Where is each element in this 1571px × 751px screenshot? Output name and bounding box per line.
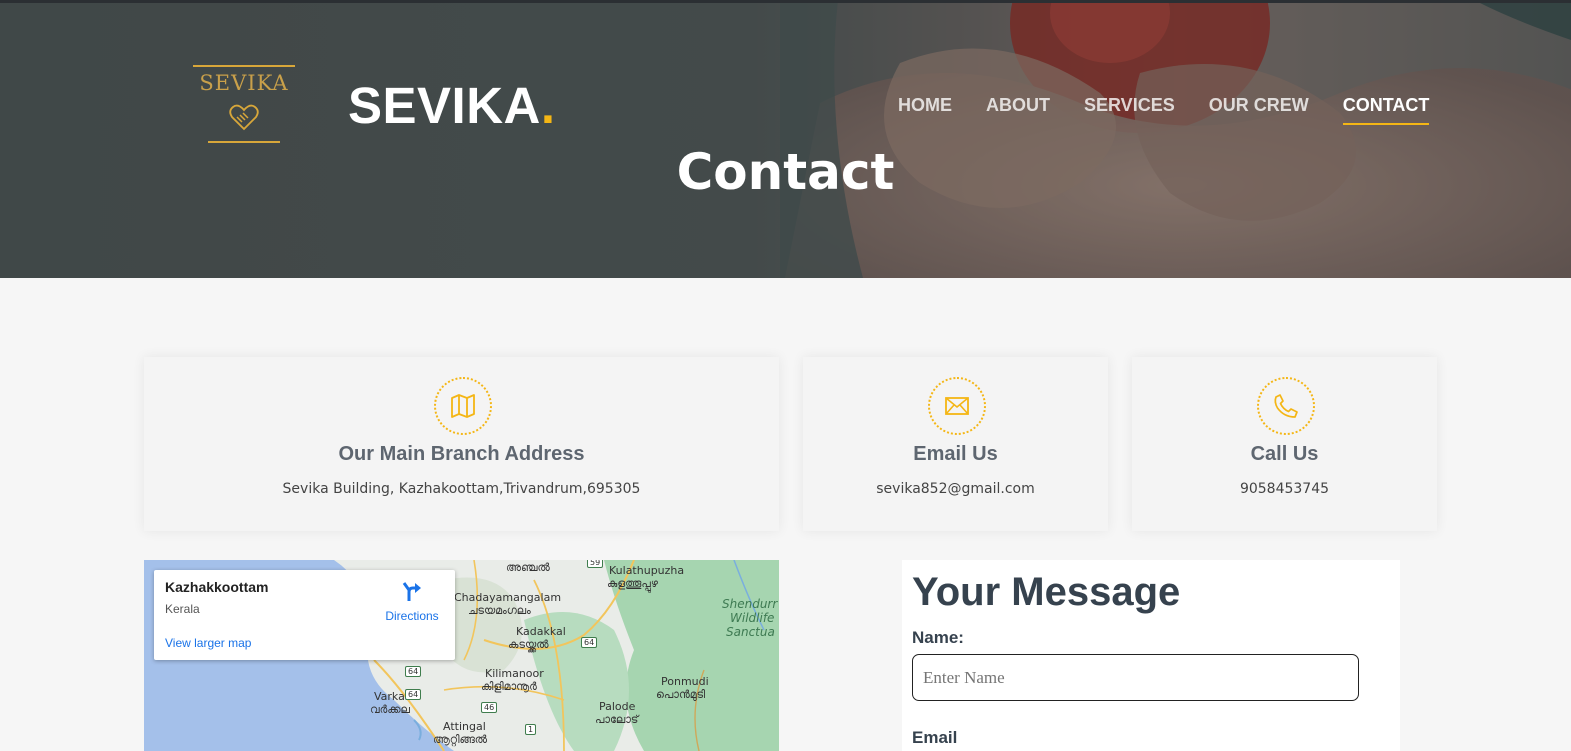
sevika-logo[interactable]: SEVIKA bbox=[193, 65, 295, 145]
map-label-shendurney-3: Sanctua bbox=[726, 625, 775, 639]
brand-text: SEVIKA bbox=[348, 77, 541, 134]
map-label-kadakkal: Kadakkal bbox=[516, 625, 566, 638]
name-input[interactable] bbox=[912, 654, 1359, 701]
brand-dot: . bbox=[540, 77, 556, 134]
phone-icon-circle bbox=[1256, 377, 1315, 435]
message-form: Your Message Name: Email bbox=[902, 560, 1400, 751]
envelope-icon bbox=[944, 397, 969, 415]
address-title: Our Main Branch Address bbox=[338, 443, 585, 465]
nav-contact[interactable]: CONTACT bbox=[1342, 95, 1430, 125]
address-card: Our Main Branch Address Sevika Building,… bbox=[144, 357, 779, 531]
page-title: Contact bbox=[676, 143, 895, 201]
map-label-chadayamangalam: Chadayamangalam bbox=[454, 591, 562, 604]
map-label-kilimanoor: Kilimanoor bbox=[485, 667, 544, 680]
directions-label: Directions bbox=[385, 609, 439, 623]
map-label-kadakkal-ml: കടയ്ക്കൽ bbox=[508, 638, 549, 651]
email-text[interactable]: sevika852@gmail.com bbox=[803, 481, 1108, 497]
map-label-kilimanoor-ml: കിളിമാനൂർ bbox=[481, 680, 537, 693]
map-place-card: Kazhakkoottam Kerala View larger map Dir… bbox=[154, 570, 455, 660]
route-shield-64-south: 64 bbox=[405, 689, 422, 700]
map-label-shendurney-1: Shendurr bbox=[722, 597, 778, 611]
main-nav: HOME ABOUT SERVICES OUR CREW CONTACT bbox=[898, 95, 1430, 125]
map-label-palode: Palode bbox=[599, 700, 636, 713]
name-label: Name: bbox=[912, 628, 964, 647]
address-text: Sevika Building, Kazhakoottam,Trivandrum… bbox=[282, 481, 641, 497]
route-shield-1: 1 bbox=[525, 724, 537, 735]
map-icon bbox=[450, 394, 475, 418]
route-shield-59: 59 bbox=[587, 560, 604, 568]
map-label-kulathupuzha: Kulathupuzha bbox=[609, 564, 685, 577]
form-title: Your Message bbox=[912, 570, 1181, 614]
brand-name[interactable]: SEVIKA. bbox=[348, 76, 556, 135]
hero-banner: SEVIKA SEVIKA. HOME ABOUT SERVICES OUR C… bbox=[0, 3, 1571, 278]
address-icon-circle bbox=[433, 377, 492, 435]
email-title: Email Us bbox=[913, 443, 998, 465]
phone-text[interactable]: 9058453745 bbox=[1132, 481, 1437, 497]
heart-handshake-icon bbox=[229, 104, 259, 131]
email-icon-circle bbox=[927, 377, 986, 435]
directions-icon bbox=[402, 582, 421, 601]
nav-services[interactable]: SERVICES bbox=[1084, 95, 1175, 125]
map-label-attingal-ml: ആറ്റിങ്ങൽ bbox=[433, 733, 488, 746]
phone-card: Call Us 9058453745 bbox=[1132, 357, 1437, 531]
map-label-chadayamangalam-ml: ചടയമംഗലം bbox=[468, 604, 531, 617]
route-shield-64-west: 64 bbox=[405, 666, 422, 677]
nav-home[interactable]: HOME bbox=[898, 95, 952, 125]
nav-about[interactable]: ABOUT bbox=[986, 95, 1050, 125]
logo-top-rule bbox=[193, 65, 295, 67]
email-card: Email Us sevika852@gmail.com bbox=[803, 357, 1108, 531]
email-label: Email bbox=[912, 728, 958, 747]
map-label-ponmudi-ml: പൊൻമുടി bbox=[656, 688, 706, 701]
map-label-palode-ml: പാലോട് bbox=[595, 713, 639, 726]
route-shield-46: 46 bbox=[481, 702, 498, 713]
map-label-attingal: Attingal bbox=[443, 720, 486, 733]
map-place-region: Kerala bbox=[165, 602, 200, 616]
phone-title: Call Us bbox=[1250, 443, 1319, 465]
map-place-name: Kazhakkoottam bbox=[165, 579, 269, 595]
view-larger-map-link[interactable]: View larger map bbox=[165, 636, 251, 650]
route-shield-64-east: 64 bbox=[581, 637, 598, 648]
directions-button[interactable]: Directions bbox=[380, 580, 444, 623]
logo-text: SEVIKA bbox=[199, 71, 289, 95]
map-label-shendurney-2: Wildlife bbox=[730, 611, 775, 625]
map-label-anchal: അഞ്ചൽ bbox=[506, 561, 550, 574]
phone-icon bbox=[1273, 394, 1298, 418]
nav-our-crew[interactable]: OUR CREW bbox=[1209, 95, 1309, 125]
map-label-varkala-ml: വർക്കല bbox=[370, 703, 410, 716]
map-label-ponmudi: Ponmudi bbox=[661, 675, 709, 688]
map-label-kulathupuzha-ml: കുളത്തൂപ്പുഴ bbox=[607, 577, 658, 590]
